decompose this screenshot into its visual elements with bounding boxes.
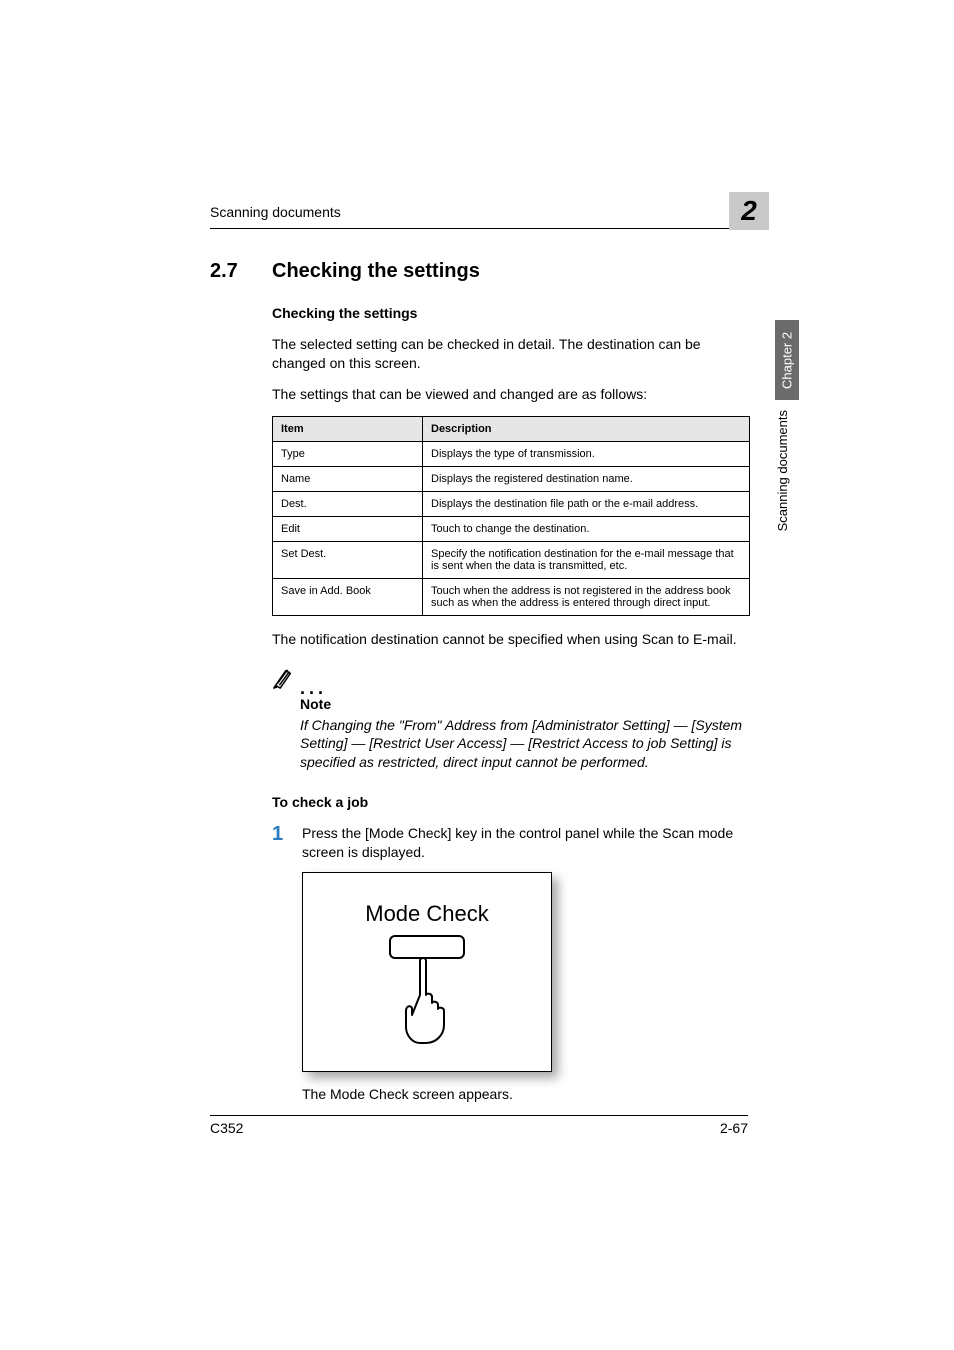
- table-row: Save in Add. Book Touch when the address…: [273, 578, 750, 615]
- side-tab-chapter: Chapter 2: [775, 320, 799, 400]
- table-cell-item: Set Dest.: [273, 541, 423, 578]
- step-row: 1 Press the [Mode Check] key in the cont…: [272, 824, 748, 862]
- section-paragraph-2: The settings that can be viewed and chan…: [272, 385, 748, 404]
- footer-row: C352 2-67: [210, 1120, 748, 1136]
- table-cell-item: Save in Add. Book: [273, 578, 423, 615]
- illustration: Mode Check: [302, 872, 748, 1072]
- table-header-row: Item Description: [273, 416, 750, 441]
- table-cell-description: Touch to change the destination.: [423, 516, 750, 541]
- table-cell-item: Dest.: [273, 491, 423, 516]
- table-row: Set Dest. Specify the notification desti…: [273, 541, 750, 578]
- side-running-text: Scanning documents: [775, 410, 790, 531]
- chapter-number-box: 2: [729, 192, 769, 230]
- note-body: If Changing the "From" Address from [Adm…: [300, 716, 748, 773]
- note-icon-row: ...: [272, 667, 748, 694]
- table-row: Type Displays the type of transmission.: [273, 441, 750, 466]
- note-label: Note: [300, 696, 748, 712]
- step-text: Press the [Mode Check] key in the contro…: [302, 824, 748, 862]
- table-row: Name Displays the registered destination…: [273, 466, 750, 491]
- chapter-number: 2: [741, 195, 757, 226]
- illustration-label: Mode Check: [365, 901, 489, 927]
- table-cell-description: Displays the registered destination name…: [423, 466, 750, 491]
- after-table-paragraph: The notification destination cannot be s…: [272, 630, 748, 649]
- running-head-rule: [210, 228, 748, 229]
- section-number: 2.7: [210, 260, 272, 283]
- section-title: Checking the settings: [272, 260, 480, 283]
- table-cell-description: Displays the destination file path or th…: [423, 491, 750, 516]
- running-head: Scanning documents: [210, 204, 748, 229]
- note-icon: [272, 667, 294, 694]
- table-cell-description: Displays the type of transmission.: [423, 441, 750, 466]
- footer-rule: [210, 1115, 748, 1116]
- table-cell-description: Touch when the address is not registered…: [423, 578, 750, 615]
- settings-table: Item Description Type Displays the type …: [272, 416, 750, 616]
- footer-page-number: 2-67: [720, 1120, 748, 1136]
- table-header-description: Description: [423, 416, 750, 441]
- page: Scanning documents 2 Chapter 2 Scanning …: [0, 0, 954, 1350]
- table-header-item: Item: [273, 416, 423, 441]
- step-result: The Mode Check screen appears.: [302, 1086, 748, 1102]
- procedure-heading: To check a job: [272, 794, 748, 810]
- side-running-label: Scanning documents: [775, 410, 799, 537]
- table-cell-item: Name: [273, 466, 423, 491]
- section-paragraph-1: The selected setting can be checked in d…: [272, 335, 748, 373]
- section-body: 2.7 Checking the settings Checking the s…: [210, 260, 748, 1102]
- table-row: Dest. Displays the destination file path…: [273, 491, 750, 516]
- footer-model: C352: [210, 1120, 243, 1136]
- hand-press-icon: [392, 955, 462, 1050]
- running-head-text: Scanning documents: [210, 204, 341, 220]
- table-row: Edit Touch to change the destination.: [273, 516, 750, 541]
- table-cell-description: Specify the notification destination for…: [423, 541, 750, 578]
- section-heading-row: 2.7 Checking the settings: [210, 260, 748, 283]
- illustration-box: Mode Check: [302, 872, 552, 1072]
- note-dots-icon: ...: [300, 682, 327, 694]
- table-cell-item: Edit: [273, 516, 423, 541]
- page-footer: C352 2-67: [210, 1115, 748, 1136]
- table-cell-item: Type: [273, 441, 423, 466]
- step-number: 1: [272, 824, 302, 862]
- section-subtitle: Checking the settings: [272, 305, 748, 321]
- side-tab-label: Chapter 2: [780, 331, 795, 388]
